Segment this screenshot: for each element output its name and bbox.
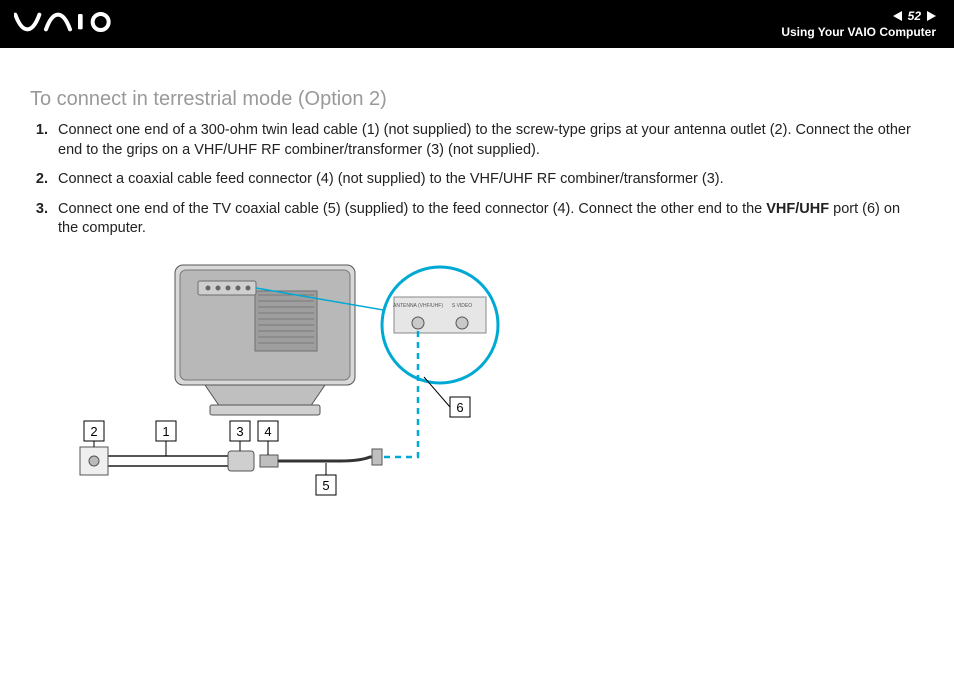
step-1: Connect one end of a 300-ohm twin lead c…	[52, 121, 924, 160]
connection-diagram: ANTENNA (VHF/UHF) S VIDEO 6	[60, 257, 520, 522]
svg-text:1: 1	[162, 424, 169, 439]
port-label-svideo: S VIDEO	[452, 303, 472, 309]
callout-4: 4	[258, 421, 278, 455]
coax-cable-icon	[278, 457, 380, 461]
callout-3: 3	[230, 421, 250, 451]
step-text-pre: Connect one end of the TV coaxial cable …	[58, 201, 766, 217]
callout-2: 2	[84, 421, 104, 447]
next-page-arrow[interactable]	[927, 11, 936, 21]
page-nav: 52	[893, 9, 936, 23]
svg-text:3: 3	[236, 424, 243, 439]
section-title: Using Your VAIO Computer	[781, 25, 936, 39]
wall-outlet-icon	[80, 447, 108, 475]
svg-text:2: 2	[90, 424, 97, 439]
step-3: Connect one end of the TV coaxial cable …	[52, 200, 924, 239]
header-right: 52 Using Your VAIO Computer	[781, 9, 936, 39]
step-text: Connect one end of a 300-ohm twin lead c…	[58, 122, 911, 158]
port-label-antenna: ANTENNA (VHF/UHF)	[393, 303, 443, 309]
header-bar: 52 Using Your VAIO Computer	[0, 0, 954, 48]
step-2: Connect a coaxial cable feed connector (…	[52, 170, 924, 190]
page-heading: To connect in terrestrial mode (Option 2…	[30, 88, 924, 111]
callout-1: 1	[156, 421, 176, 456]
svg-text:5: 5	[322, 478, 329, 493]
instruction-list: Connect one end of a 300-ohm twin lead c…	[30, 121, 924, 239]
svg-text:4: 4	[264, 424, 271, 439]
page-number: 52	[908, 9, 921, 23]
svg-text:6: 6	[456, 400, 463, 415]
feed-connector-icon	[260, 455, 278, 467]
callout-5: 5	[316, 463, 336, 495]
prev-page-arrow[interactable]	[893, 11, 902, 21]
page-body: To connect in terrestrial mode (Option 2…	[0, 48, 954, 522]
combiner-icon	[228, 451, 254, 471]
zoom-detail-icon: ANTENNA (VHF/UHF) S VIDEO	[382, 267, 498, 383]
vaio-logo	[14, 12, 121, 37]
computer-rear-icon	[175, 265, 355, 415]
step-text: Connect a coaxial cable feed connector (…	[58, 171, 724, 187]
step-text-bold: VHF/UHF	[766, 201, 829, 217]
